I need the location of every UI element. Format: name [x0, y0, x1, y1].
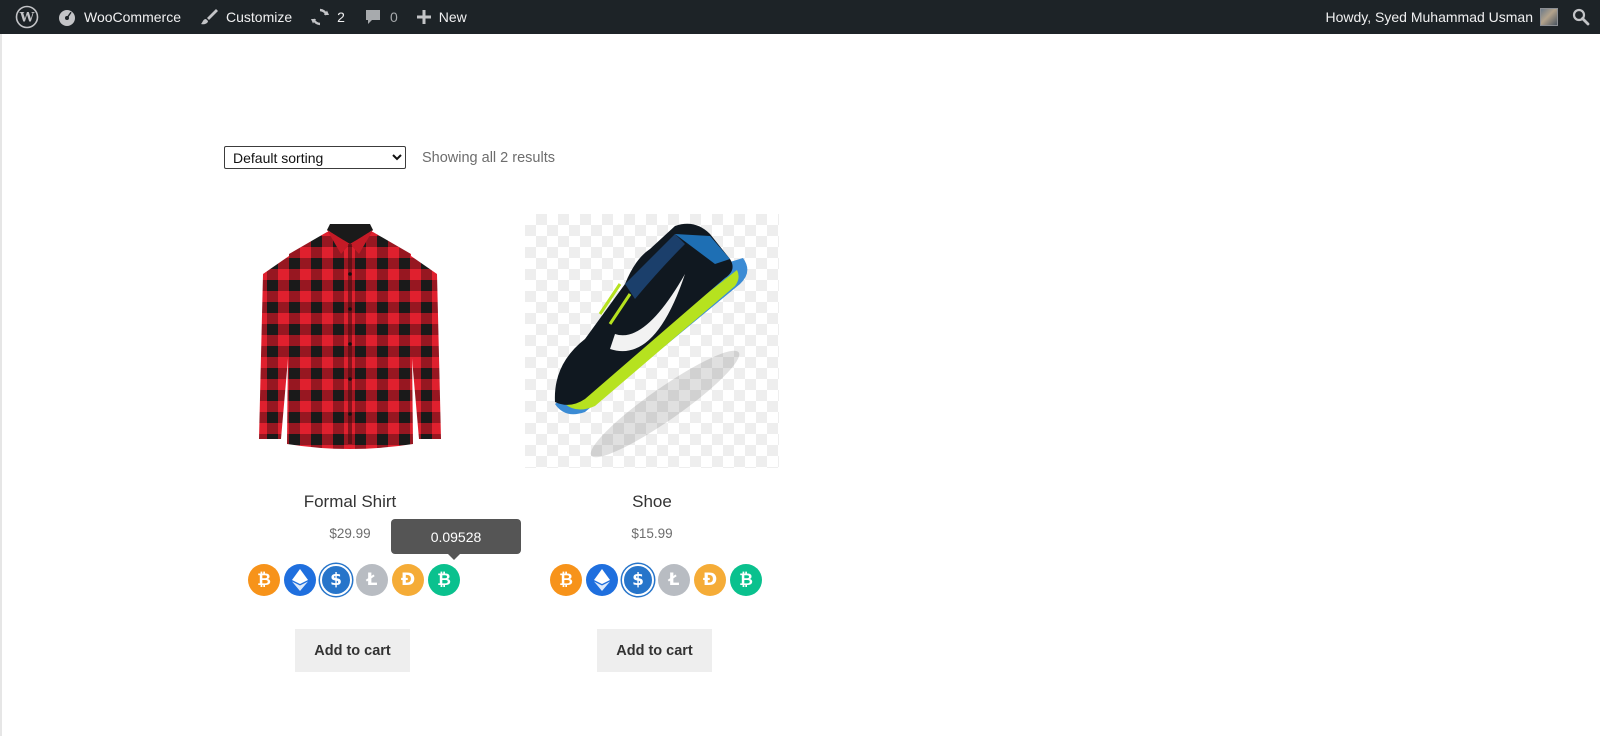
product-image-shoe[interactable] [525, 214, 779, 468]
bitcoin-icon[interactable]: ₿ [248, 564, 280, 596]
product-card: Shoe $15.99 ₿ $ Ł Đ ₿ Add to cart [525, 214, 779, 672]
product-price: $15.99 [631, 526, 673, 541]
bitcoin-cash-glyph: ₿ [739, 569, 753, 590]
admin-bar-customize-label: Customize [226, 9, 293, 25]
dai-glyph: Đ [400, 569, 416, 590]
product-image-shirt[interactable] [223, 214, 477, 468]
comment-bubble-icon [365, 10, 380, 24]
product-title[interactable]: Shoe [525, 492, 779, 512]
crypto-pay-options: ₿ $ Ł Đ ₿ [550, 564, 766, 596]
wordpress-logo-icon[interactable]: W [6, 0, 48, 34]
plus-icon [416, 10, 431, 24]
sort-select[interactable]: Default sorting [224, 146, 406, 169]
bitcoin-icon[interactable]: ₿ [550, 564, 582, 596]
admin-bar-right: Howdy, Syed Muhammad Usman [1317, 0, 1592, 34]
crypto-pay-options: ₿ $ Ł Đ ₿ [248, 564, 464, 596]
admin-bar-updates[interactable]: 2 [301, 0, 354, 34]
avatar [1540, 8, 1558, 26]
svg-text:W: W [19, 11, 35, 26]
admin-bar-comments[interactable]: 0 [354, 0, 407, 34]
admin-bar-customize[interactable]: Customize [190, 0, 301, 34]
admin-bar-woocommerce[interactable]: WooCommerce [48, 0, 190, 34]
admin-bar-new[interactable]: New [407, 0, 476, 34]
page-left-border [0, 34, 2, 736]
dashboard-gauge-icon [59, 10, 75, 26]
dai-icon[interactable]: Đ [392, 564, 424, 596]
admin-bar-updates-count: 2 [337, 9, 345, 25]
crypto-price-value: 0.09528 [430, 528, 482, 545]
paintbrush-icon [201, 9, 218, 25]
litecoin-glyph: Ł [668, 569, 680, 590]
crypto-price-tooltip: 0.09528 [391, 519, 521, 560]
litecoin-icon[interactable]: Ł [658, 564, 690, 596]
bitcoin-cash-icon[interactable]: ₿ [428, 564, 460, 596]
bitcoin-glyph: ₿ [559, 569, 573, 590]
bitcoin-glyph: ₿ [257, 569, 271, 590]
usdc-glyph: $ [632, 569, 644, 590]
ethereum-icon[interactable] [284, 564, 316, 596]
dai-icon[interactable]: Đ [694, 564, 726, 596]
usdc-icon[interactable]: $ [320, 564, 352, 596]
bitcoin-cash-icon[interactable]: ₿ [730, 564, 762, 596]
admin-bar-new-label: New [438, 9, 467, 25]
bitcoin-cash-glyph: ₿ [437, 569, 451, 590]
litecoin-glyph: Ł [366, 569, 378, 590]
add-to-cart-button[interactable]: Add to cart [295, 629, 410, 672]
search-icon[interactable] [1564, 0, 1592, 34]
admin-bar-left: W WooCommerce Customize 2 0 New [6, 0, 476, 34]
admin-bar-woocommerce-label: WooCommerce [84, 9, 181, 25]
usdc-glyph: $ [330, 569, 342, 590]
admin-bar-my-account[interactable]: Howdy, Syed Muhammad Usman [1317, 0, 1564, 34]
dai-glyph: Đ [702, 569, 718, 590]
add-to-cart-button[interactable]: Add to cart [597, 629, 712, 672]
updates-refresh-icon [311, 8, 330, 26]
usdc-icon[interactable]: $ [622, 564, 654, 596]
admin-bar: W WooCommerce Customize 2 0 New Howdy, S… [0, 0, 1600, 34]
admin-bar-comments-count: 0 [389, 9, 398, 25]
result-count: Showing all 2 results [422, 149, 555, 166]
litecoin-icon[interactable]: Ł [356, 564, 388, 596]
product-title[interactable]: Formal Shirt [223, 492, 477, 512]
ethereum-icon[interactable] [586, 564, 618, 596]
shop-toolbar: Default sorting Showing all 2 results [224, 146, 555, 169]
howdy-greeting: Howdy, Syed Muhammad Usman [1325, 9, 1533, 25]
product-card: Formal Shirt $29.99 ₿ $ Ł Đ ₿ Add to car… [223, 214, 477, 672]
